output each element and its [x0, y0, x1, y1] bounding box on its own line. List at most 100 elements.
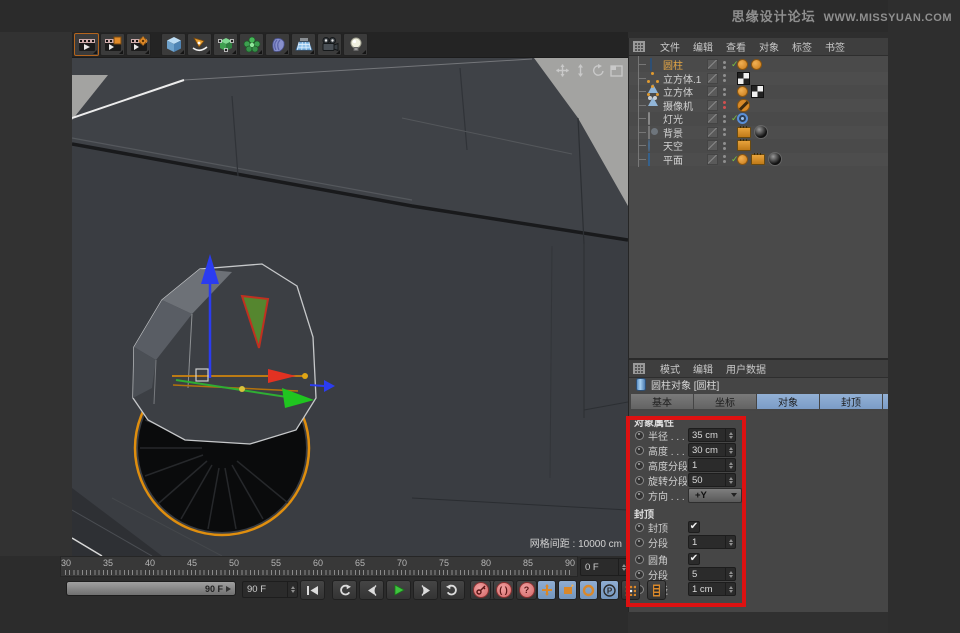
om-menu-objects[interactable]: 对象	[759, 39, 779, 54]
stepper[interactable]	[287, 582, 297, 597]
key-position-button[interactable]	[537, 580, 556, 600]
render-view-button[interactable]	[74, 33, 99, 56]
next-key-button[interactable]	[440, 580, 465, 600]
maximize-view-icon[interactable]	[609, 64, 623, 77]
deformers-button[interactable]	[265, 33, 290, 56]
object-row-camera[interactable]: 摄像机	[629, 99, 888, 112]
object-name[interactable]: 平面	[663, 152, 683, 167]
layer-box[interactable]	[707, 86, 718, 97]
play-button[interactable]	[386, 580, 411, 600]
om-menu-edit[interactable]: 编辑	[693, 39, 713, 54]
layer-box[interactable]	[707, 154, 718, 165]
om-menu-file[interactable]: 文件	[660, 39, 680, 54]
next-frame-button[interactable]	[413, 580, 438, 600]
object-row-cube1[interactable]: 立方体.1	[629, 72, 888, 85]
goto-start-button[interactable]	[300, 580, 325, 600]
phong-tag-icon[interactable]	[737, 154, 748, 165]
add-cube-button[interactable]	[161, 33, 186, 56]
material-tag-icon[interactable]	[768, 152, 782, 166]
keyframe-selection-button[interactable]: ?	[516, 580, 537, 600]
dolly-icon[interactable]	[573, 64, 587, 77]
application-window: 思缘设计论坛WWW.MISSYUAN.COM	[0, 0, 960, 633]
left-filler	[0, 32, 72, 633]
layer-box[interactable]	[707, 140, 718, 151]
render-settings-button[interactable]	[126, 33, 151, 56]
key-rotation-button[interactable]	[579, 580, 598, 600]
record-keyframe-button[interactable]	[470, 580, 491, 600]
tab-basic[interactable]: 基本	[631, 394, 693, 409]
ruler-tick-label: 90	[565, 558, 575, 568]
tab-object[interactable]: 对象	[757, 394, 819, 409]
texture-tag-icon[interactable]	[751, 85, 764, 98]
compositing-tag-icon[interactable]	[737, 127, 751, 138]
generators-button[interactable]	[213, 33, 238, 56]
timeline-ruler[interactable]: 30 35 40 45 50 55 60 65 70 75 80 85 90	[60, 556, 578, 577]
sky-object-icon	[648, 139, 650, 152]
layer-box[interactable]	[707, 127, 718, 138]
cylinder-object-icon	[650, 58, 652, 71]
environment-floor-button[interactable]	[291, 33, 316, 56]
material-tag-icon[interactable]	[754, 125, 768, 139]
visibility-dots[interactable]	[723, 128, 726, 136]
pan-icon[interactable]	[555, 64, 569, 77]
phong-tag-icon[interactable]	[737, 59, 748, 70]
autokey-objects-button[interactable]: ( )	[493, 580, 514, 600]
light-button[interactable]	[343, 33, 368, 56]
protection-tag-icon[interactable]	[737, 99, 750, 112]
tab-sliver[interactable]	[883, 394, 888, 409]
object-row-sky[interactable]: 天空	[629, 139, 888, 152]
smoothing-tag-icon[interactable]	[751, 59, 762, 70]
current-frame-field[interactable]: 0 F	[580, 558, 629, 576]
previous-frame-button[interactable]	[359, 580, 384, 600]
visibility-dots[interactable]	[723, 155, 726, 163]
layer-box[interactable]	[707, 100, 718, 111]
object-row-cube[interactable]: 立方体	[629, 85, 888, 98]
visibility-dots[interactable]	[723, 115, 726, 123]
phong-tag-icon[interactable]	[737, 86, 748, 97]
texture-tag-icon[interactable]	[737, 72, 750, 85]
layer-box[interactable]	[707, 113, 718, 124]
visibility-dots[interactable]	[723, 61, 726, 69]
key-scale-button[interactable]	[558, 580, 577, 600]
rotate-icon[interactable]	[591, 64, 605, 77]
timeline-range-slider[interactable]: 90 F	[66, 581, 236, 596]
object-row-cylinder[interactable]: 圆柱 ✓	[629, 58, 888, 71]
camera-button[interactable]	[317, 33, 342, 56]
visibility-dots[interactable]	[723, 101, 726, 109]
object-row-light[interactable]: 灯光 ✓	[629, 112, 888, 125]
end-frame-field[interactable]: 90 F	[242, 581, 298, 598]
previous-key-button[interactable]	[332, 580, 357, 600]
om-menu-tags[interactable]: 标签	[792, 39, 812, 54]
object-manager-menubar: 文件 编辑 查看 对象 标签 书签	[629, 38, 888, 56]
attribute-tabs: 基本 坐标 对象 封顶	[631, 394, 888, 409]
visibility-dots[interactable]	[723, 88, 726, 96]
om-menu-view[interactable]: 查看	[726, 39, 746, 54]
am-menu-userdata[interactable]: 用户数据	[726, 361, 766, 376]
ruler-tick-label: 55	[271, 558, 281, 568]
tab-caps[interactable]: 封顶	[820, 394, 882, 409]
key-parameter-button[interactable]: P	[600, 580, 619, 600]
viewport-3d[interactable]: 网格间距 : 10000 cm	[72, 58, 628, 556]
tab-coordinates[interactable]: 坐标	[694, 394, 756, 409]
object-row-plane[interactable]: 平面 ✓	[629, 153, 888, 166]
range-slider-label: 90 F	[205, 584, 223, 594]
array-modeling-button[interactable]	[239, 33, 264, 56]
compositing-tag-icon[interactable]	[737, 140, 751, 151]
compositing-tag-icon[interactable]	[751, 154, 765, 165]
layer-box[interactable]	[707, 73, 718, 84]
ruler-ticks	[65, 570, 573, 575]
panel-grid-icon[interactable]	[633, 363, 645, 374]
watermark: 思缘设计论坛WWW.MISSYUAN.COM	[732, 6, 952, 25]
visibility-dots[interactable]	[723, 74, 726, 82]
target-tag-icon[interactable]	[737, 113, 748, 124]
layer-box[interactable]	[707, 59, 718, 70]
object-row-background[interactable]: 背景	[629, 126, 888, 139]
ruler-tick-label: 40	[145, 558, 155, 568]
spline-pen-button[interactable]	[187, 33, 212, 56]
panel-grid-icon[interactable]	[633, 41, 645, 52]
visibility-dots[interactable]	[723, 142, 726, 150]
am-menu-mode[interactable]: 模式	[660, 361, 680, 376]
render-picture-viewer-button[interactable]	[100, 33, 125, 56]
om-menu-bookmarks[interactable]: 书签	[825, 39, 845, 54]
am-menu-edit[interactable]: 编辑	[693, 361, 713, 376]
